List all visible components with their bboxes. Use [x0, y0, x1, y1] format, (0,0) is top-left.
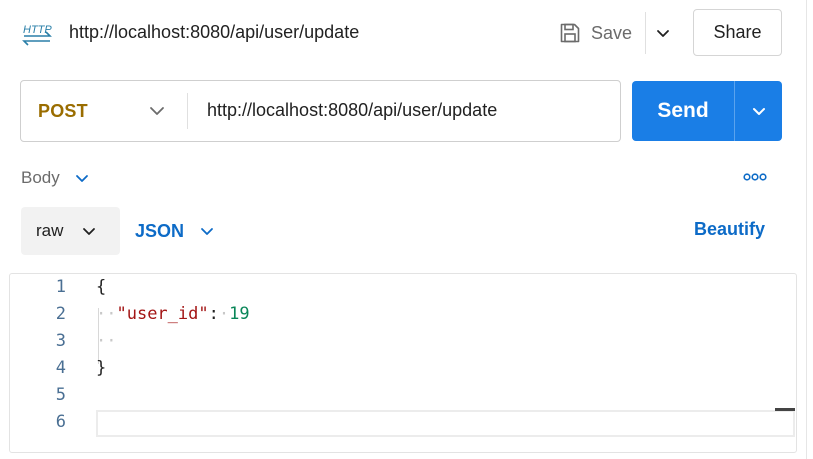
- url-input[interactable]: http://localhost:8080/api/user/update: [207, 100, 497, 121]
- send-button[interactable]: Send: [632, 81, 734, 141]
- chevron-down-icon: [83, 228, 96, 235]
- code-token-ws-dot: ·: [218, 304, 230, 324]
- editor-line[interactable]: 3 ··: [10, 328, 796, 355]
- code-token-str-key: "user_id": [116, 304, 209, 324]
- http-icon: HTTP: [20, 16, 56, 50]
- code-text: }: [96, 358, 106, 378]
- code-text: ··"user_id":·19: [96, 304, 250, 324]
- chevron-down-icon: [657, 30, 669, 37]
- method-label: POST: [38, 100, 88, 121]
- request-title[interactable]: http://localhost:8080/api/user/update: [69, 22, 359, 43]
- url-divider: [187, 93, 188, 129]
- chevron-down-icon: [752, 108, 765, 115]
- save-label: Save: [591, 22, 633, 43]
- body-mode-select[interactable]: raw: [21, 207, 120, 255]
- code-token-num: 19: [229, 304, 250, 324]
- header-divider: [645, 12, 646, 54]
- editor-line[interactable]: 6: [10, 409, 796, 436]
- code-token-brace: {: [96, 277, 107, 297]
- panel-right-border: [806, 0, 807, 459]
- language-label: JSON: [135, 220, 185, 241]
- language-select[interactable]: JSON: [135, 218, 215, 244]
- editor-line[interactable]: 5: [10, 382, 796, 409]
- code-token-ws-dot: ··: [96, 331, 117, 351]
- line-number: 2: [55, 304, 66, 324]
- editor-line[interactable]: 4}: [10, 355, 796, 382]
- more-horizontal-icon[interactable]: [742, 168, 768, 186]
- chevron-down-icon: [201, 228, 213, 235]
- save-button[interactable]: Save: [552, 14, 636, 52]
- request-header: HTTP http://localhost:8080/api/user/upda…: [0, 0, 806, 66]
- code-token-ws-dot: ··: [96, 304, 117, 324]
- floppy-disk-icon: [560, 23, 580, 43]
- body-tab[interactable]: Body: [21, 166, 90, 190]
- body-tab-label: Body: [21, 168, 60, 187]
- method-select[interactable]: POST: [21, 81, 187, 141]
- line-number: 3: [55, 331, 66, 351]
- share-button[interactable]: Share: [693, 9, 782, 56]
- beautify-button[interactable]: Beautify: [694, 219, 765, 240]
- send-button-group: Send: [632, 81, 782, 141]
- chevron-down-icon: [75, 175, 88, 182]
- editor-line[interactable]: 2 ··"user_id":·19: [10, 301, 796, 328]
- editor-line[interactable]: 1{: [10, 274, 796, 301]
- line-number: 5: [55, 385, 66, 405]
- line-number: 4: [55, 358, 66, 378]
- line-number: 1: [55, 277, 66, 297]
- code-text: {: [96, 277, 106, 297]
- code-token-punct: :: [208, 304, 219, 324]
- url-bar: POST http://localhost:8080/api/user/upda…: [20, 80, 621, 142]
- body-editor[interactable]: 1{2 ··"user_id":·19 3 ·· 4} 5 6: [9, 273, 797, 453]
- code-text: ··: [96, 331, 116, 351]
- send-options-button[interactable]: [735, 81, 782, 141]
- body-mode-label: raw: [36, 221, 64, 240]
- chevron-down-icon: [150, 107, 164, 115]
- save-options-button[interactable]: [649, 20, 677, 46]
- line-number: 6: [55, 412, 66, 432]
- code-token-brace: }: [96, 358, 107, 378]
